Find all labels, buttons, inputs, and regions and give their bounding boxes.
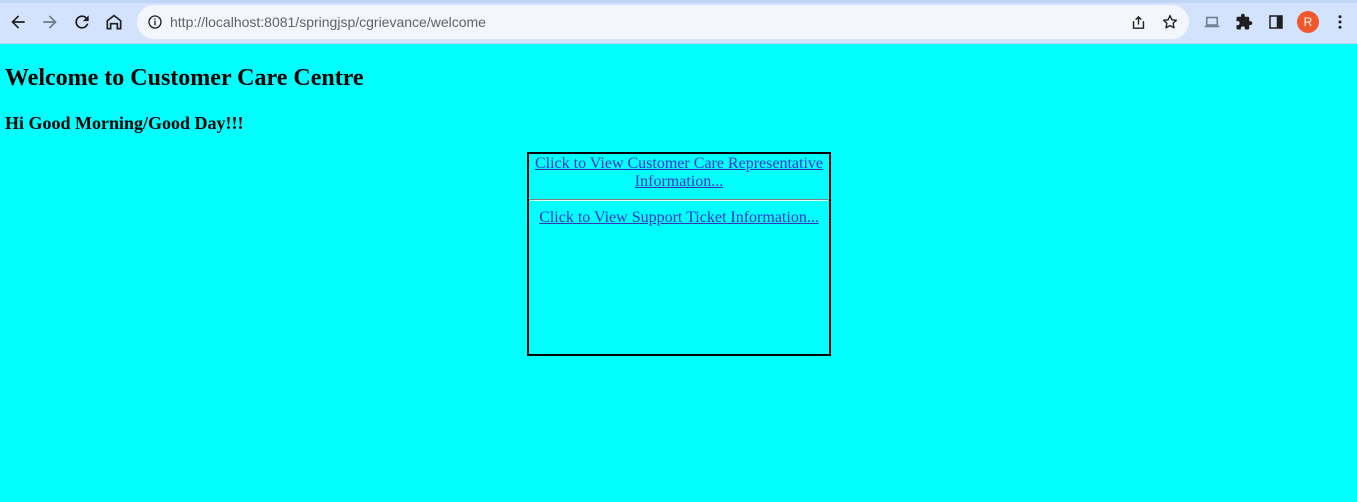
view-support-ticket-link[interactable]: Click to View Support Ticket Information… — [539, 209, 819, 226]
side-panel-icon[interactable] — [1265, 11, 1287, 33]
address-bar[interactable]: http://localhost:8081/springjsp/cgrievan… — [137, 5, 1189, 39]
link-cell-support-ticket: Click to View Support Ticket Information… — [530, 209, 828, 227]
tab-strip-edge — [0, 0, 1357, 3]
greeting-heading: Hi Good Morning/Good Day!!! — [5, 113, 244, 133]
reload-icon[interactable] — [69, 9, 95, 35]
profile-avatar[interactable]: R — [1297, 11, 1319, 33]
forward-arrow-icon[interactable] — [37, 9, 63, 35]
link-cell-representative: Click to View Customer Care Representati… — [530, 155, 828, 197]
page-title: Welcome to Customer Care Centre — [5, 65, 364, 91]
kebab-menu-icon[interactable] — [1329, 11, 1351, 33]
info-icon[interactable] — [146, 13, 164, 31]
laptop-icon[interactable] — [1201, 11, 1223, 33]
puzzle-icon[interactable] — [1233, 11, 1255, 33]
share-icon[interactable] — [1129, 13, 1147, 31]
table-row-divider — [530, 199, 828, 201]
links-table: Click to View Customer Care Representati… — [527, 152, 831, 356]
star-icon[interactable] — [1161, 13, 1179, 31]
home-icon[interactable] — [101, 9, 127, 35]
back-arrow-icon[interactable] — [5, 9, 31, 35]
view-representative-link[interactable]: Click to View Customer Care Representati… — [535, 155, 823, 190]
browser-toolbar: http://localhost:8081/springjsp/cgrievan… — [0, 0, 1357, 44]
url-text[interactable]: http://localhost:8081/springjsp/cgrievan… — [170, 13, 486, 31]
